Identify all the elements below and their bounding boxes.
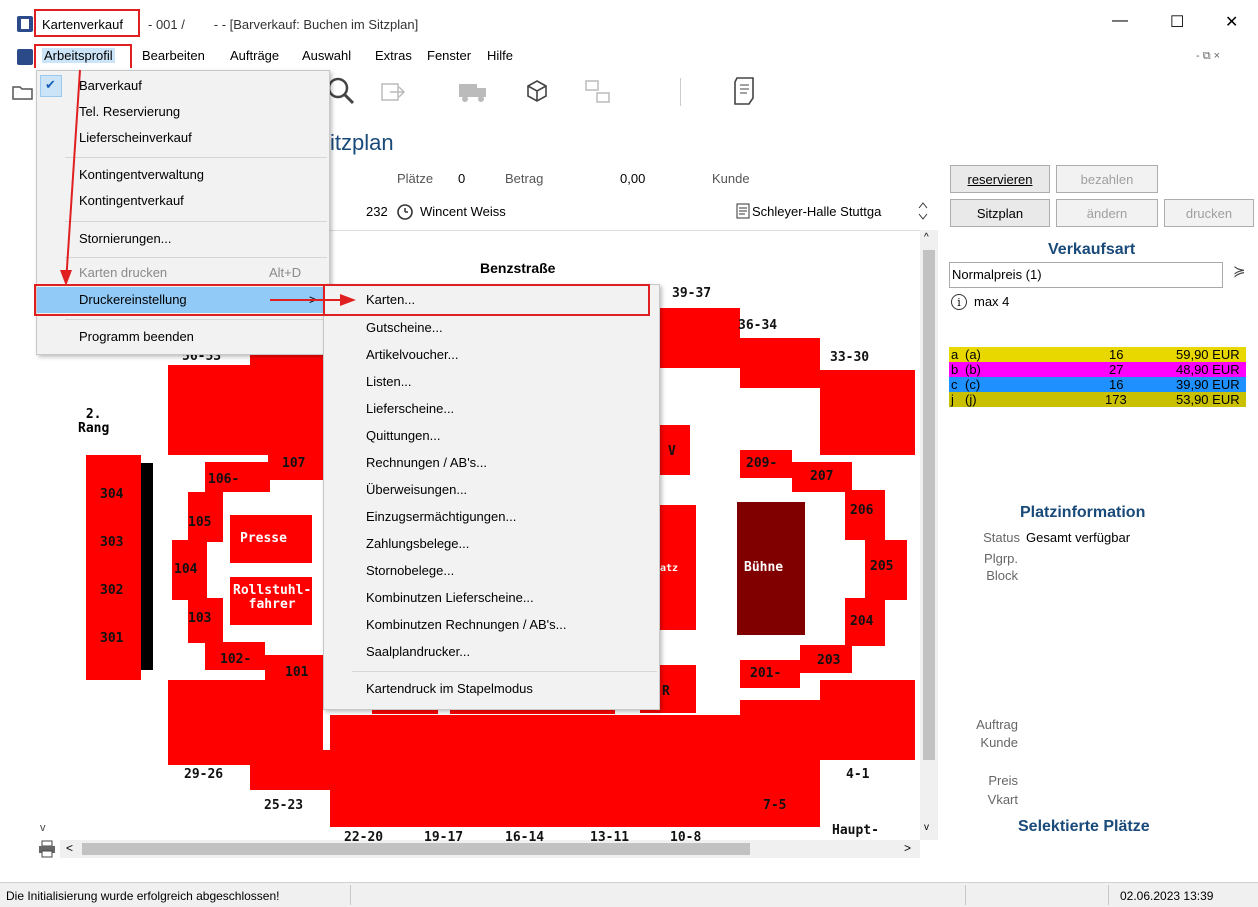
status-divider-2 bbox=[965, 885, 966, 905]
status-bar: Die Initialisierung wurde erfolgreich ab… bbox=[0, 882, 1258, 907]
status-datetime: 02.06.2023 13:39 bbox=[1120, 889, 1214, 903]
status-divider-3 bbox=[1108, 885, 1109, 905]
annotation-arrows bbox=[60, 69, 356, 306]
status-divider-1 bbox=[350, 885, 351, 905]
status-message: Die Initialisierung wurde erfolgreich ab… bbox=[6, 889, 280, 903]
